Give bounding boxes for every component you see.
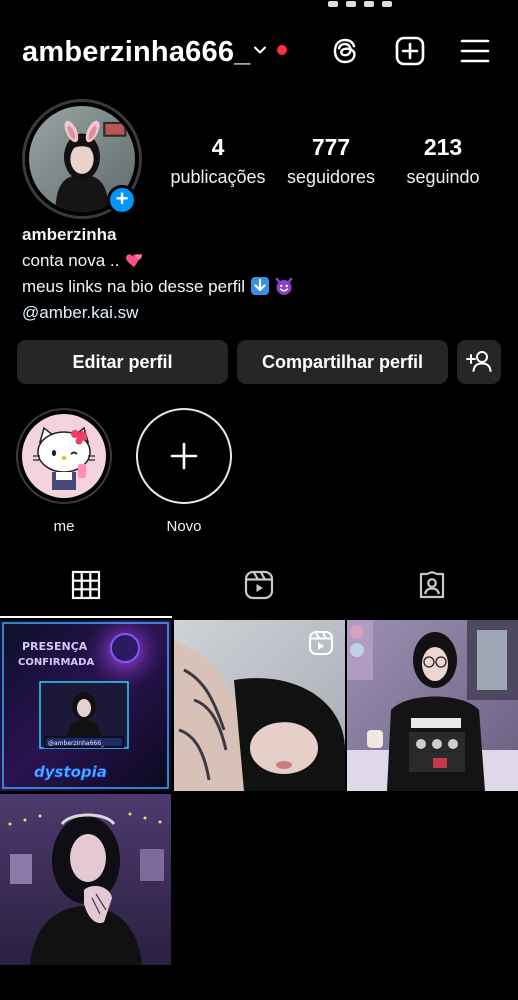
chevron-down-icon[interactable]	[252, 42, 268, 58]
profile-name: amberzinha	[22, 225, 117, 244]
account-username[interactable]: amberzinha666_	[22, 36, 250, 69]
discover-people-button[interactable]	[457, 340, 501, 384]
bio-line-2-text: meus links na bio desse perfil	[22, 277, 246, 296]
highlight-me-cover[interactable]	[16, 408, 112, 504]
tagged-icon	[419, 570, 445, 599]
status-bar	[0, 0, 518, 14]
posts-count[interactable]: 4 publicações	[166, 134, 270, 188]
following-count-label: seguindo	[406, 167, 480, 187]
bio-mention-link[interactable]: @amber.kai.sw	[22, 300, 502, 326]
highlight-new-label: Novo	[166, 518, 202, 535]
tab-active-indicator	[0, 616, 172, 618]
top-bar: amberzinha666_	[0, 28, 518, 78]
tab-tagged[interactable]	[346, 560, 518, 618]
two-hearts-emoji-icon	[126, 254, 143, 267]
post-caption-line: PRESENÇA	[22, 640, 88, 653]
post-thumbnail[interactable]: PRESENÇA CONFIRMADA @amberzinha666_ dyst…	[0, 620, 171, 791]
followers-count-value: 777	[311, 134, 351, 160]
profile-tabs	[0, 560, 518, 618]
reels-icon	[244, 570, 274, 600]
plus-icon	[170, 442, 198, 470]
grid-icon	[71, 570, 101, 600]
down-arrow-emoji-icon	[250, 277, 269, 295]
post-thumbnail[interactable]	[174, 620, 345, 791]
threads-icon[interactable]	[329, 35, 361, 67]
followers-count-label: seguidores	[286, 167, 376, 187]
create-post-icon[interactable]	[394, 35, 426, 67]
edit-profile-button[interactable]: Editar perfil	[17, 340, 228, 384]
following-count-value: 213	[423, 134, 463, 160]
highlight-me-label: me	[53, 518, 75, 535]
post-thumbnail[interactable]	[347, 620, 518, 791]
menu-icon[interactable]	[459, 35, 491, 67]
bio-line-1: conta nova ..	[22, 248, 502, 274]
post-thumbnail[interactable]	[0, 794, 171, 965]
posts-count-value: 4	[211, 134, 225, 160]
new-highlight-button[interactable]	[136, 408, 232, 504]
add-person-icon	[466, 351, 492, 372]
following-count[interactable]: 213 seguindo	[398, 134, 488, 188]
post-caption-line: dystopia	[34, 763, 107, 781]
highlight-new[interactable]: Novo	[136, 408, 232, 535]
highlight-me[interactable]: me	[16, 408, 112, 535]
profile-bio: amberzinha conta nova .. meus links na b…	[22, 222, 502, 326]
bio-line-1-text: conta nova ..	[22, 251, 120, 270]
bio-line-2: meus links na bio desse perfil	[22, 274, 502, 300]
notification-dot	[277, 45, 287, 55]
post-caption-line: @amberzinha666_	[48, 740, 105, 747]
tab-reels[interactable]	[173, 560, 345, 618]
tab-posts[interactable]	[0, 560, 172, 618]
followers-count[interactable]: 777 seguidores	[280, 134, 382, 188]
post-caption-line: CONFIRMADA	[18, 657, 94, 668]
smiling-devil-emoji-icon	[276, 277, 293, 295]
hello-kitty-icon	[22, 414, 106, 498]
posts-count-label: publicações	[170, 167, 266, 187]
share-profile-button[interactable]: Compartilhar perfil	[237, 340, 448, 384]
add-story-badge[interactable]: +	[107, 185, 137, 215]
